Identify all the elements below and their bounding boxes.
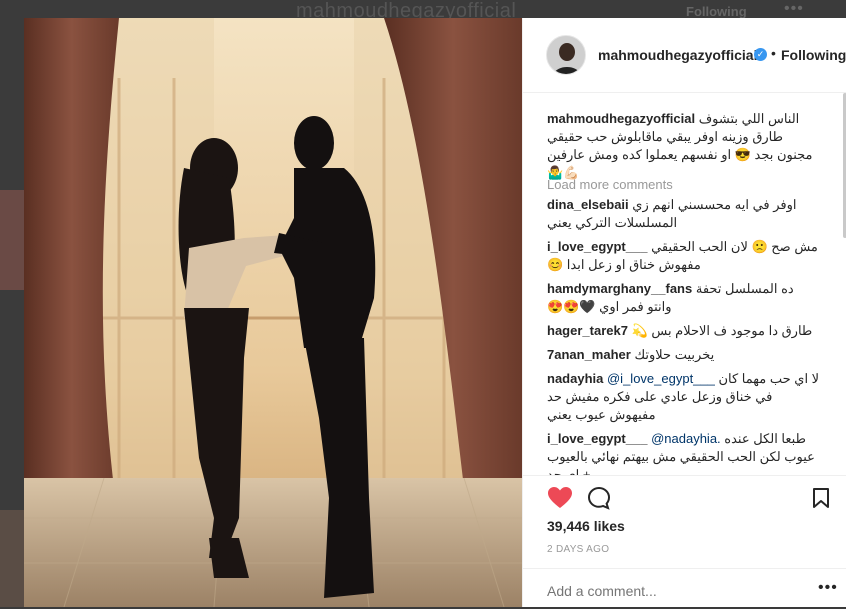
post-header: mahmoudhegazyofficial ✓ • Following xyxy=(523,18,846,93)
caption-username[interactable]: mahmoudhegazyofficial xyxy=(547,111,695,126)
comment-mention[interactable]: @nadayhia. xyxy=(651,431,721,446)
background-more-icon: ••• xyxy=(784,0,804,17)
comment-username[interactable]: nadayhia xyxy=(547,371,603,386)
comment-item: hager_tarek7 طارق دا موجود ف الاحلام بس … xyxy=(547,322,821,340)
comment-mention[interactable]: @i_love_egypt___ xyxy=(607,371,715,386)
background-thumbnail xyxy=(0,510,24,607)
comment-username[interactable]: dina_elsebaii xyxy=(547,197,629,212)
load-more-comments-button[interactable]: Load more comments xyxy=(547,177,673,192)
comment-text: يخربيت حلاوتك xyxy=(634,347,715,362)
comment-icon[interactable] xyxy=(587,486,611,515)
caption: mahmoudhegazyofficial الناس اللي بتشوف ط… xyxy=(547,110,821,182)
post-photo[interactable] xyxy=(24,18,522,607)
bookmark-icon[interactable] xyxy=(812,487,830,514)
comment-item: i_love_egypt___ مش صح 🙁 لان الحب الحقيقي… xyxy=(547,238,821,274)
verified-badge-icon: ✓ xyxy=(754,48,767,61)
post-actions: 39,446 likes 2 DAYS AGO ••• xyxy=(523,475,846,608)
likes-count[interactable]: 39,446 likes xyxy=(547,518,625,534)
comment-item: i_love_egypt___ @nadayhia. طبعا الكل عند… xyxy=(547,430,821,475)
comment-username[interactable]: 7anan_maher xyxy=(547,347,631,362)
background-following: Following xyxy=(686,4,747,19)
comment-username[interactable]: hager_tarek7 xyxy=(547,323,628,338)
comment-item: dina_elsebaii اوفر في ايه محسسني انهم زي… xyxy=(547,196,821,232)
comment-username[interactable]: i_love_egypt___ xyxy=(547,431,647,446)
add-comment-input[interactable] xyxy=(547,583,787,599)
comment-item: 7anan_maher يخربيت حلاوتك xyxy=(547,346,821,364)
comments-list: mahmoudhegazyofficial الناس اللي بتشوف ط… xyxy=(523,93,846,475)
comment-username[interactable]: hamdymarghany__fans xyxy=(547,281,692,296)
post-timestamp[interactable]: 2 DAYS AGO xyxy=(547,544,609,555)
comment-item: nadayhia @i_love_egypt___ لا اي حب مهما … xyxy=(547,370,821,424)
add-comment-row: ••• xyxy=(523,568,846,609)
more-options-icon[interactable]: ••• xyxy=(818,579,838,597)
comment-username[interactable]: i_love_egypt___ xyxy=(547,239,647,254)
separator-dot: • xyxy=(771,45,776,61)
avatar-image xyxy=(547,36,585,74)
post-username[interactable]: mahmoudhegazyofficial xyxy=(598,47,757,63)
comment-text: طارق دا موجود ف الاحلام بس 💫 xyxy=(631,323,813,338)
avatar[interactable] xyxy=(546,35,586,75)
comment-item: hamdymarghany__fans ده المسلسل تحفة وانت… xyxy=(547,280,821,316)
heart-icon[interactable] xyxy=(547,486,573,515)
couple-photo-illustration xyxy=(24,18,522,607)
background-thumbnail xyxy=(0,190,24,290)
following-button[interactable]: Following xyxy=(781,47,846,63)
post-detail-panel: mahmoudhegazyofficial ✓ • Following mahm… xyxy=(522,18,846,607)
